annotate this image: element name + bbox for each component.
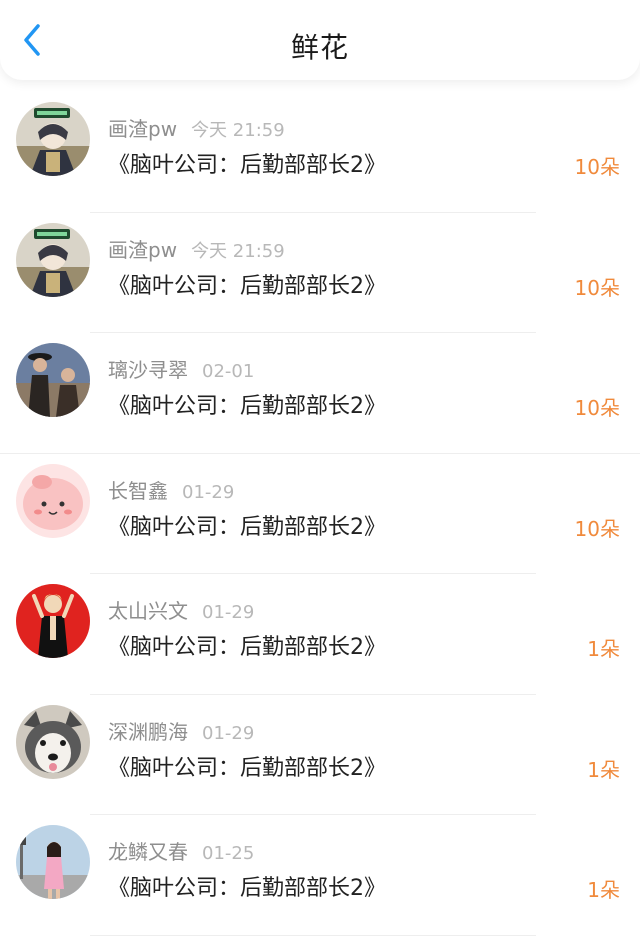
flower-count: 10朵 — [574, 155, 620, 179]
top-bar: 鲜花 — [0, 0, 640, 80]
item-meta: 璃沙寻翠 02-01 — [108, 354, 254, 383]
flower-count: 1朵 — [587, 878, 620, 902]
work-title[interactable]: 《脑叶公司：后勤部部长2》 — [108, 268, 386, 300]
list-item[interactable]: 太山兴文 01-29 《脑叶公司：后勤部部长2》 1朵 — [0, 574, 640, 695]
list-item[interactable]: 璃沙寻翠 02-01 《脑叶公司：后勤部部长2》 10朵 — [0, 333, 640, 454]
user-name[interactable]: 太山兴文 — [108, 599, 188, 623]
page-title: 鲜花 — [290, 31, 349, 64]
street-photo-avatar[interactable] — [16, 825, 90, 899]
user-name[interactable]: 画渣pw — [108, 117, 177, 141]
user-name[interactable]: 画渣pw — [108, 238, 177, 262]
flower-count: 10朵 — [574, 396, 620, 420]
send-time: 02-01 — [202, 361, 255, 382]
pink-cartoon-avatar[interactable] — [16, 463, 90, 538]
work-title[interactable]: 《脑叶公司：后勤部部长2》 — [108, 388, 386, 420]
item-meta: 画渣pw 今天 21:59 — [108, 113, 285, 142]
husky-dog-avatar[interactable] — [16, 704, 90, 779]
list-item[interactable]: 龙鳞又春 01-25 《脑叶公司：后勤部部长2》 1朵 — [0, 815, 640, 936]
list-item[interactable]: 长智鑫 01-29 《脑叶公司：后勤部部长2》 10朵 — [0, 454, 640, 574]
work-title[interactable]: 《脑叶公司：后勤部部长2》 — [108, 750, 386, 782]
work-title[interactable]: 《脑叶公司：后勤部部长2》 — [108, 509, 386, 541]
anime-character-avatar[interactable] — [16, 222, 90, 297]
flower-count: 1朵 — [587, 757, 620, 782]
send-time: 01-29 — [202, 602, 255, 623]
work-title[interactable]: 《脑叶公司：后勤部部长2》 — [108, 147, 386, 179]
flower-list: 画渣pw 今天 21:59 《脑叶公司：后勤部部长2》 10朵 画渣pw 今天 21… — [0, 92, 640, 936]
red-figure-avatar[interactable] — [16, 584, 90, 658]
list-item[interactable]: 画渣pw 今天 21:59 《脑叶公司：后勤部部长2》 10朵 — [0, 213, 640, 333]
user-name[interactable]: 深渊鹏海 — [108, 720, 188, 744]
item-meta: 龙鳞又春 01-25 — [108, 836, 254, 865]
send-time: 01-29 — [182, 481, 235, 503]
item-meta: 深渊鹏海 01-29 — [108, 716, 254, 745]
send-time: 今天 21:59 — [191, 120, 285, 141]
anime-character-avatar[interactable] — [16, 102, 90, 176]
flower-count: 10朵 — [574, 516, 620, 541]
divider — [90, 934, 536, 936]
list-item[interactable]: 深渊鹏海 01-29 《脑叶公司：后勤部部长2》 1朵 — [0, 695, 640, 815]
item-meta: 画渣pw 今天 21:59 — [108, 234, 285, 263]
work-title[interactable]: 《脑叶公司：后勤部部长2》 — [108, 629, 386, 661]
user-name[interactable]: 长智鑫 — [108, 479, 168, 503]
work-title[interactable]: 《脑叶公司：后勤部部长2》 — [108, 870, 386, 902]
send-time: 今天 21:59 — [191, 240, 285, 262]
item-meta: 太山兴文 01-29 — [108, 595, 254, 624]
user-name[interactable]: 璃沙寻翠 — [108, 358, 188, 382]
item-meta: 长智鑫 01-29 — [108, 475, 234, 504]
flower-count: 1朵 — [587, 637, 620, 661]
send-time: 01-25 — [202, 843, 255, 864]
couple-photo-avatar[interactable] — [16, 343, 90, 417]
list-item[interactable]: 画渣pw 今天 21:59 《脑叶公司：后勤部部长2》 10朵 — [0, 92, 640, 213]
flower-count: 10朵 — [574, 275, 620, 300]
send-time: 01-29 — [202, 722, 255, 744]
user-name[interactable]: 龙鳞又春 — [108, 840, 188, 864]
